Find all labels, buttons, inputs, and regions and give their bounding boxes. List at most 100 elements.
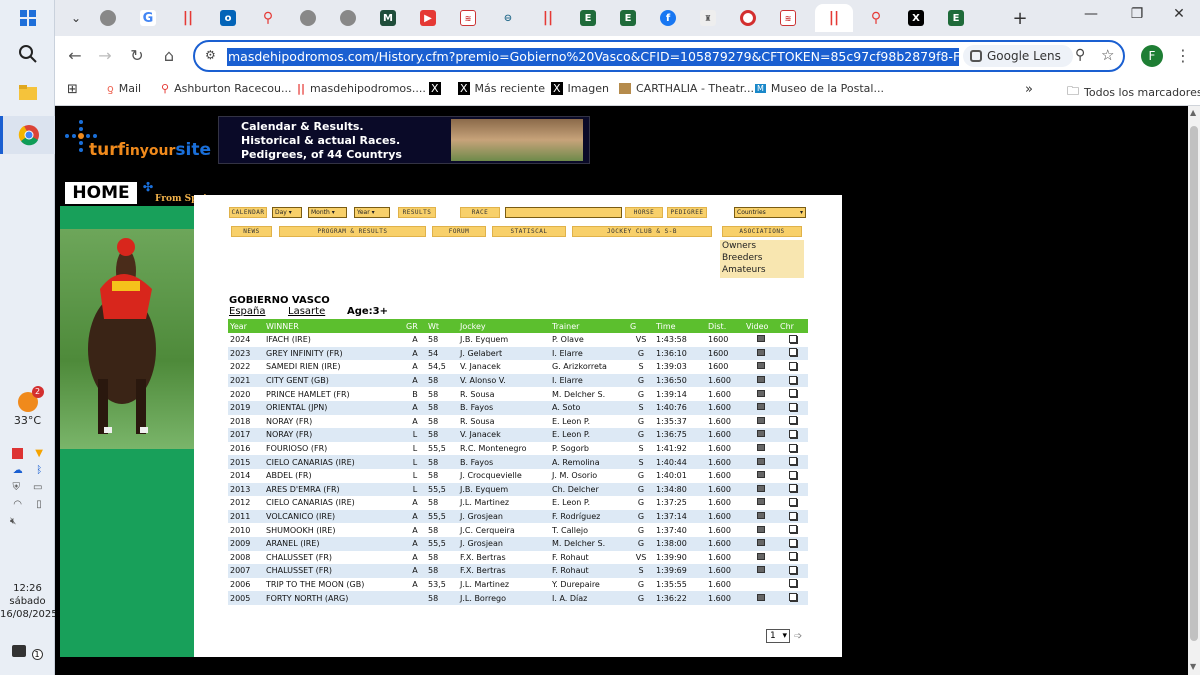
- forum-button[interactable]: FORUM: [432, 226, 486, 237]
- table-row[interactable]: 2014 ABDEL (FR) L 58 J. Crocquevielle J. M. O…: [228, 469, 808, 483]
- tray-icons[interactable]: ▼ ☁ ᛒ ⛨ ▭ ◠ ▯ 🔇︎: [0, 448, 55, 527]
- countries-select[interactable]: Countries ▾: [734, 207, 806, 218]
- table-row[interactable]: 2007 CHALUSSET (FR) A 58 F.X. Bertras F. Roha…: [228, 564, 808, 578]
- tab-20[interactable]: ⚲: [859, 6, 893, 30]
- table-cell[interactable]: NORAY (FR): [264, 428, 404, 442]
- profile-avatar[interactable]: F: [1141, 45, 1163, 67]
- program-results-button[interactable]: PROGRAM & RESULTS: [279, 226, 426, 237]
- table-cell[interactable]: CIELO CANARIAS (IRE): [264, 496, 404, 510]
- bookmark-x[interactable]: X: [429, 82, 446, 95]
- weather-widget[interactable]: 2 33°C: [0, 386, 55, 427]
- table-row[interactable]: 2021 CITY GENT (GB) A 58 V. Alonso V. I. Elar…: [228, 373, 808, 388]
- chart-copy-icon[interactable]: [789, 402, 797, 411]
- bookmark-carthalia[interactable]: CARTHALIA - Theatr...: [619, 82, 754, 95]
- chart-copy-icon[interactable]: [789, 579, 797, 588]
- tab-8[interactable]: M: [371, 6, 405, 30]
- notifications-button[interactable]: 1: [0, 642, 55, 661]
- table-row[interactable]: 2019 ORIENTAL (JPN) A 58 B. Fayos A. Soto S 1:4…: [228, 400, 808, 415]
- phone-link-icon[interactable]: ▯: [36, 499, 42, 510]
- race-search-input[interactable]: [505, 207, 622, 218]
- scrollbar-thumb[interactable]: [1190, 126, 1198, 641]
- bookmark-star-icon[interactable]: ☆: [1101, 46, 1114, 64]
- chart-copy-icon[interactable]: [789, 593, 797, 602]
- country-link[interactable]: España: [229, 306, 265, 317]
- table-row[interactable]: 2020 PRINCE HAMLET (FR) B 58 R. Sousa M. Delc…: [228, 387, 808, 401]
- table-row[interactable]: 2010 SHUMOOKH (IRE) A 58 J.C. Cerqueira T. Ca…: [228, 523, 808, 537]
- chart-copy-icon[interactable]: [789, 443, 797, 452]
- url-text[interactable]: masdehipodromos.com/History.cfm?premio=G…: [227, 48, 959, 66]
- table-row[interactable]: 2015 CIELO CANARIAS (IRE) L 58 B. Fayos A. Re…: [228, 455, 808, 469]
- video-icon[interactable]: [757, 471, 765, 479]
- scroll-up-icon[interactable]: ▲: [1190, 108, 1196, 117]
- bookmark-imagen[interactable]: X Imagen: [551, 82, 609, 95]
- table-row[interactable]: 2011 VOLCANICO (IRE) A 55,5 J. Grosjean F. Ro…: [228, 509, 808, 524]
- year-select[interactable]: Year ▾: [354, 207, 390, 218]
- tab-1[interactable]: [91, 6, 125, 30]
- forward-button[interactable]: →: [93, 44, 117, 68]
- bookmark-mas-reciente[interactable]: X Más reciente: [458, 82, 545, 95]
- table-cell[interactable]: VOLCANICO (IRE): [264, 509, 404, 524]
- tab-9[interactable]: ▶: [411, 6, 445, 30]
- jockey-club-button[interactable]: JOCKEY CLUB & S-B: [572, 226, 712, 237]
- file-explorer-button[interactable]: [0, 84, 55, 106]
- video-icon[interactable]: [757, 566, 765, 574]
- wifi-icon[interactable]: ◠: [13, 499, 22, 510]
- tab-22[interactable]: E: [939, 6, 973, 30]
- chrome-taskbar-button[interactable]: [0, 116, 55, 154]
- volume-muted-icon[interactable]: 🔇︎: [0, 516, 55, 527]
- page-scrollbar[interactable]: ▲ ▼: [1188, 106, 1200, 675]
- address-bar[interactable]: ⚙ masdehipodromos.com/History.cfm?premio…: [193, 40, 1125, 72]
- more-bookmarks-chevron-icon[interactable]: »: [1025, 82, 1033, 97]
- calendar-button[interactable]: CALENDAR: [229, 207, 267, 218]
- google-lens-button[interactable]: Google Lens: [963, 45, 1073, 67]
- horse-button[interactable]: HORSE: [625, 207, 663, 218]
- menu-button[interactable]: ⋮: [1171, 44, 1195, 68]
- tab-6[interactable]: [291, 6, 325, 30]
- tab-11[interactable]: ⊖: [491, 6, 525, 30]
- table-cell[interactable]: IFACH (IRE): [264, 333, 404, 347]
- tab-12[interactable]: ||: [531, 6, 565, 30]
- table-row[interactable]: 2006 TRIP TO THE MOON (GB) A 53,5 J.L. Marti…: [228, 578, 808, 592]
- tab-7[interactable]: [331, 6, 365, 30]
- apps-icon[interactable]: ⊞: [67, 82, 78, 97]
- security-icon[interactable]: ⛨: [13, 482, 21, 493]
- video-icon[interactable]: [757, 389, 765, 397]
- results-button[interactable]: RESULTS: [398, 207, 436, 218]
- chart-copy-icon[interactable]: [789, 497, 797, 506]
- back-button[interactable]: ←: [63, 44, 87, 68]
- table-cell[interactable]: FOURIOSO (FR): [264, 442, 404, 456]
- chart-copy-icon[interactable]: [789, 348, 797, 357]
- tab-active[interactable]: ||: [815, 4, 853, 32]
- video-icon[interactable]: [757, 525, 765, 533]
- chart-copy-icon[interactable]: [789, 525, 797, 534]
- day-select[interactable]: Day ▾: [272, 207, 302, 218]
- site-info-icon[interactable]: ⚙: [205, 48, 216, 62]
- start-button[interactable]: [0, 10, 55, 30]
- table-row[interactable]: 2008 CHALUSSET (FR) A 58 F.X. Bertras F. Roha…: [228, 551, 808, 565]
- home-button[interactable]: ⌂: [157, 44, 181, 68]
- table-cell[interactable]: GREY INFINITY (FR): [264, 346, 404, 361]
- associations-button[interactable]: ASOCIATIONS: [722, 226, 802, 237]
- battery-icon[interactable]: ▭: [33, 482, 42, 493]
- tab-13[interactable]: E: [571, 6, 605, 30]
- search-button[interactable]: [0, 44, 55, 68]
- chart-copy-icon[interactable]: [789, 511, 797, 520]
- table-cell[interactable]: CHALUSSET (FR): [264, 564, 404, 578]
- home-button[interactable]: HOME ↓: [63, 180, 139, 225]
- header-banner[interactable]: Calendar & Results. Historical & actual …: [218, 116, 590, 164]
- video-icon[interactable]: [757, 498, 765, 506]
- site-logo[interactable]: turfinyoursite: [61, 116, 218, 164]
- video-icon[interactable]: [757, 539, 765, 547]
- minimize-button[interactable]: —: [1071, 6, 1111, 28]
- table-cell[interactable]: ARANEL (IRE): [264, 536, 404, 551]
- bookmark-masdehipodromos[interactable]: || masdehipodromos....: [297, 82, 426, 95]
- chart-copy-icon[interactable]: [789, 552, 797, 561]
- all-bookmarks[interactable]: 🗀︎ Todos los marcadores: [1067, 82, 1200, 103]
- video-icon[interactable]: [757, 484, 765, 492]
- restore-button[interactable]: ❐: [1117, 6, 1157, 28]
- chart-copy-icon[interactable]: [789, 565, 797, 574]
- video-icon[interactable]: [757, 457, 765, 465]
- chart-copy-icon[interactable]: [789, 484, 797, 493]
- table-cell[interactable]: SAMEDI RIEN (IRE): [264, 360, 404, 374]
- bluetooth-icon[interactable]: ᛒ: [36, 465, 42, 476]
